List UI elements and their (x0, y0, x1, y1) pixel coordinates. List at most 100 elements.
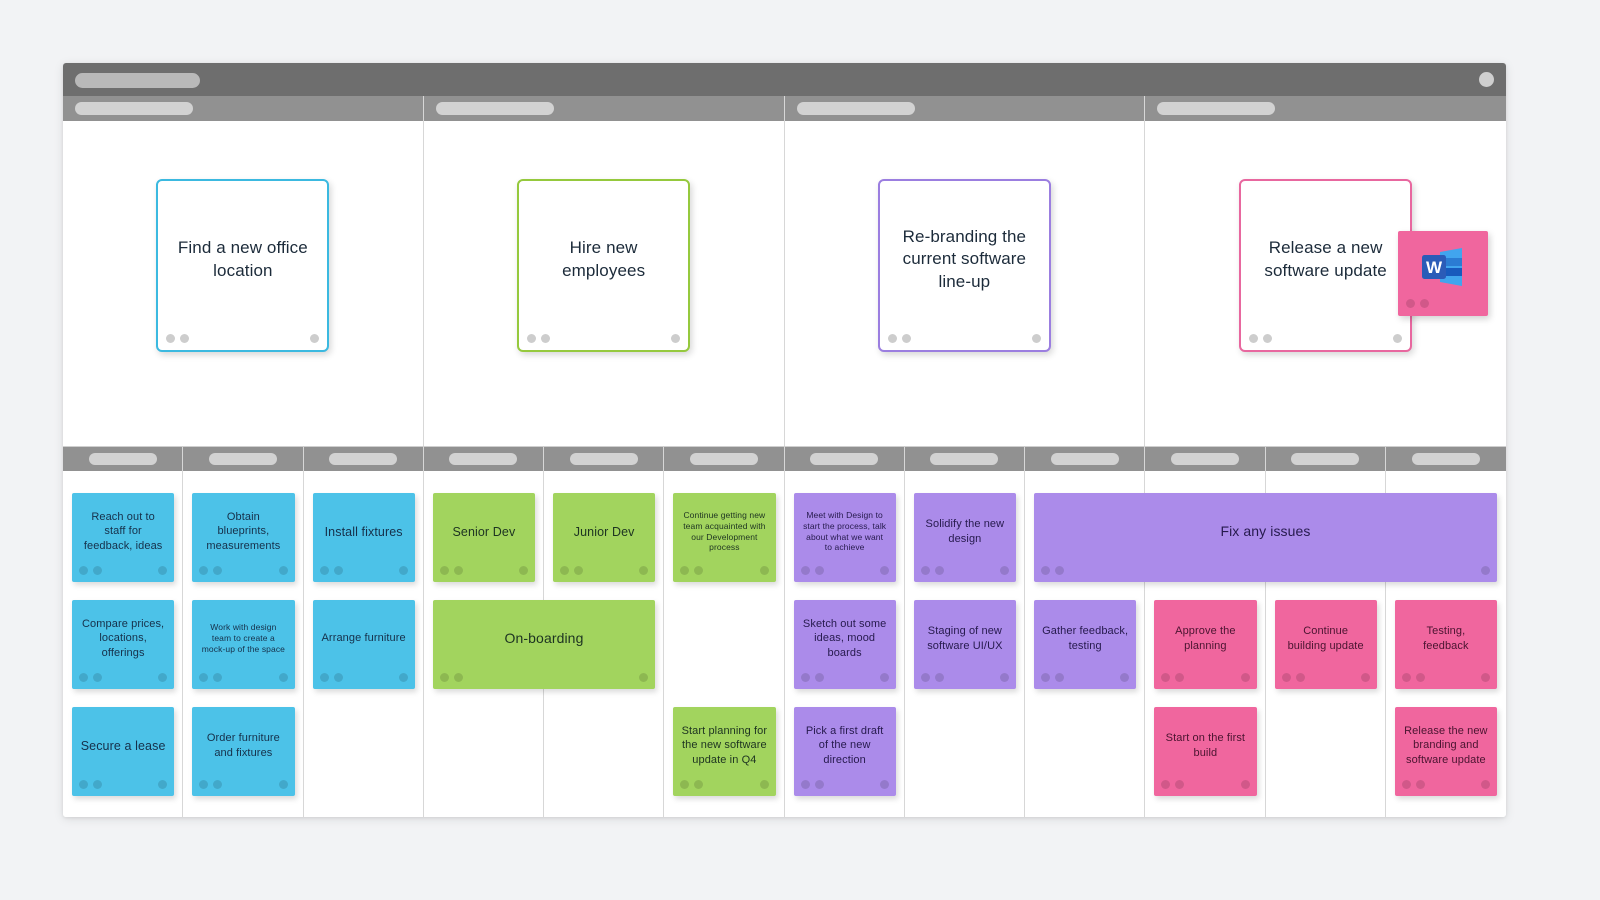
column-header-placeholder[interactable] (1170, 453, 1239, 465)
column-header-placeholder[interactable] (569, 453, 638, 465)
story-card-c23[interactable]: Pick a first draft of the new direction (793, 707, 896, 796)
story-card-dots (800, 673, 824, 682)
story-card-resize-handle[interactable] (639, 566, 649, 575)
story-card-dot (93, 566, 102, 575)
story-card-dot (439, 566, 449, 575)
story-card-c1[interactable]: Reach out to staff for feedback, ideas (72, 493, 175, 582)
story-card-c15[interactable]: Staging of new software UI/UX (913, 600, 1016, 689)
story-card-resize-handle[interactable] (278, 673, 288, 682)
story-card-c8[interactable]: Solidify the new design (913, 493, 1016, 582)
story-card-resize-handle[interactable] (519, 566, 528, 575)
story-card-c7[interactable]: Meet with Design to start the process, t… (793, 493, 896, 582)
story-card-resize-handle[interactable] (158, 673, 168, 682)
story-card-resize-handle[interactable] (759, 780, 769, 789)
story-card-c4[interactable]: Senior Dev (432, 493, 535, 582)
story-card-c12[interactable]: Arrange furniture (312, 600, 415, 689)
story-card-c14[interactable]: Sketch out some ideas, mood boards (793, 600, 896, 689)
epic-card-epic-office[interactable]: Find a new office location (156, 179, 330, 352)
story-card-c19[interactable]: Testing, feedback (1394, 600, 1497, 689)
story-card-resize-handle[interactable] (158, 780, 168, 789)
story-card-c22[interactable]: Start planning for the new software upda… (673, 707, 776, 796)
story-card-resize-handle[interactable] (278, 566, 288, 575)
column-header-placeholder[interactable] (1050, 453, 1119, 465)
story-card-c6[interactable]: Continue getting new team acquainted wit… (673, 493, 776, 582)
story-card-dot (1120, 673, 1130, 682)
epic-header-placeholder[interactable] (1157, 102, 1276, 115)
column-header-placeholder[interactable] (208, 453, 277, 465)
story-card-dot (199, 780, 209, 789)
story-card-resize-handle[interactable] (879, 780, 889, 789)
story-card-dots (920, 673, 944, 682)
epic-card-epic-hiring[interactable]: Hire new employees (517, 179, 691, 352)
epic-card-epic-release[interactable]: Release a new software update (1239, 179, 1413, 352)
story-card-dot (1240, 780, 1250, 789)
story-card-c25[interactable]: Release the new branding and software up… (1394, 707, 1497, 796)
story-card-resize-handle[interactable] (1000, 566, 1009, 575)
story-card-dots (319, 673, 343, 682)
story-card-resize-handle[interactable] (1120, 673, 1130, 682)
word-attachment-sticky[interactable]: W (1398, 231, 1488, 316)
story-card-c2[interactable]: Obtain blueprints, measurements (192, 493, 295, 582)
epic-header-placeholder[interactable] (796, 102, 915, 115)
story-card-c16[interactable]: Gather feedback, testing (1034, 600, 1137, 689)
story-card-c10[interactable]: Compare prices, locations, offerings (72, 600, 175, 689)
story-card-dots (1401, 780, 1425, 789)
story-card-dot (879, 673, 889, 682)
story-card-resize-handle[interactable] (1481, 566, 1490, 575)
story-card-c18[interactable]: Continue building update (1274, 600, 1377, 689)
story-card-c24[interactable]: Start on the first build (1154, 707, 1257, 796)
column-header-placeholder[interactable] (449, 453, 518, 465)
epic-card-resize-handle[interactable] (671, 334, 681, 343)
story-card-resize-handle[interactable] (879, 566, 889, 575)
column-header-placeholder[interactable] (88, 453, 157, 465)
story-card-dot (278, 780, 288, 789)
story-card-resize-handle[interactable] (1000, 673, 1009, 682)
avatar[interactable] (1479, 72, 1494, 87)
story-card-resize-handle[interactable] (1240, 673, 1250, 682)
story-card-dot (213, 673, 223, 682)
story-card-dot (158, 566, 168, 575)
column-header-placeholder[interactable] (1411, 453, 1480, 465)
story-card-c3[interactable]: Install fixtures (312, 493, 415, 582)
story-card-c11[interactable]: Work with design team to create a mock-u… (192, 600, 295, 689)
story-card-c17[interactable]: Approve the planning (1154, 600, 1257, 689)
epic-header-placeholder[interactable] (435, 102, 554, 115)
epic-card-dot (1031, 334, 1041, 343)
story-card-resize-handle[interactable] (759, 566, 769, 575)
story-card-resize-handle[interactable] (158, 566, 168, 575)
epic-card-resize-handle[interactable] (1031, 334, 1041, 343)
story-card-resize-handle[interactable] (398, 566, 408, 575)
epic-card-resize-handle[interactable] (1393, 334, 1403, 343)
epic-card-dot (310, 334, 320, 343)
epic-header-placeholder[interactable] (75, 102, 193, 115)
story-card-dot (814, 566, 824, 575)
story-card-dot (1000, 673, 1009, 682)
column-header-placeholder[interactable] (930, 453, 999, 465)
story-card-c21[interactable]: Order furniture and fixtures (192, 707, 295, 796)
epic-card-epic-rebrand[interactable]: Re-branding the current software line-up (877, 179, 1051, 352)
story-card-dot (333, 566, 343, 575)
story-card-c20[interactable]: Secure a lease (72, 707, 175, 796)
story-card-resize-handle[interactable] (398, 673, 408, 682)
story-card-resize-handle[interactable] (639, 673, 649, 682)
column-header-placeholder[interactable] (329, 453, 398, 465)
column-header-placeholder[interactable] (1291, 453, 1360, 465)
column-header-6 (664, 447, 785, 471)
story-card-dot (920, 566, 930, 575)
story-card-resize-handle[interactable] (278, 780, 288, 789)
story-card-dot (93, 673, 102, 682)
column-header-placeholder[interactable] (810, 453, 879, 465)
story-card-c5[interactable]: Junior Dev (553, 493, 656, 582)
board-title-placeholder[interactable] (75, 73, 200, 88)
story-card-resize-handle[interactable] (1240, 780, 1250, 789)
story-card-resize-handle[interactable] (1481, 780, 1490, 789)
column-header-placeholder[interactable] (689, 453, 758, 465)
epic-card-dot (166, 334, 176, 343)
story-card-resize-handle[interactable] (1360, 673, 1370, 682)
sticky-dots (1406, 299, 1429, 308)
story-card-resize-handle[interactable] (1481, 673, 1490, 682)
story-card-c9[interactable]: Fix any issues (1034, 493, 1497, 582)
epic-card-resize-handle[interactable] (310, 334, 320, 343)
story-card-c13[interactable]: On-boarding (432, 600, 656, 689)
story-card-resize-handle[interactable] (879, 673, 889, 682)
